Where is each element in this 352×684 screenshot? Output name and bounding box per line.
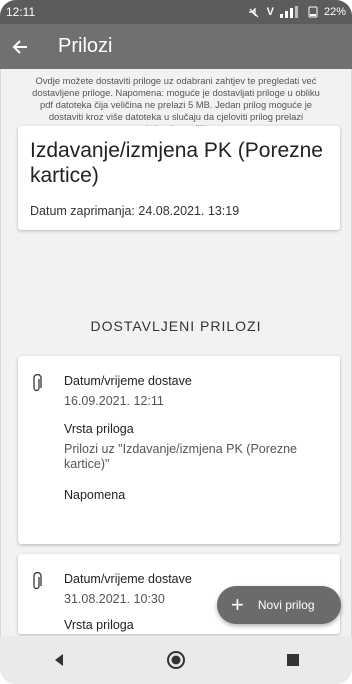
nav-recents-button[interactable] [273, 640, 313, 680]
nav-back-icon [54, 654, 63, 666]
status-time: 12:11 [6, 5, 36, 19]
status-bar: 12:11 V 22% [0, 0, 352, 24]
section-title: DOSTAVLJENI PRILOZI [90, 318, 262, 334]
request-date: Datum zaprimanja: 24.08.2021. 13:19 [30, 204, 240, 218]
battery-icon [308, 6, 318, 18]
request-title: Izdavanje/izmjena PK (Porezne kartice) [30, 139, 323, 187]
battery-percent: 22% [323, 6, 346, 18]
type-label: Vrsta priloga [64, 618, 134, 632]
date-value: 16.09.2021. 12:11 [64, 394, 164, 408]
attachment-card[interactable]: Datum/vrijeme dostave 16.09.2021. 12:11 … [18, 356, 340, 544]
back-button[interactable] [0, 24, 40, 69]
page-title: Prilozi [58, 35, 113, 57]
nav-recents-icon [287, 654, 300, 666]
back-arrow-icon [12, 39, 27, 54]
type-value: Prilozi uz "Izdavanje/izmjena PK (Porezn… [64, 442, 298, 471]
status-indicators: V 22% [247, 6, 346, 18]
app-bar: Prilozi [0, 24, 352, 69]
new-attachment-label: Novi prilog [257, 598, 315, 612]
note-label: Napomena [64, 488, 126, 502]
plus-icon: + [231, 592, 244, 617]
nav-back-button[interactable] [39, 640, 79, 680]
nav-home-button[interactable] [156, 640, 196, 680]
date-value: 31.08.2021. 10:30 [64, 592, 165, 606]
nav-home-icon [166, 651, 185, 669]
request-card: Izdavanje/izmjena PK (Porezne kartice) D… [18, 126, 340, 230]
signal-icon [279, 6, 298, 18]
volte-icon: V [266, 6, 274, 18]
new-attachment-button[interactable]: + Novi prilog [217, 586, 341, 624]
date-label: Datum/vrijeme dostave [64, 572, 192, 586]
date-label: Datum/vrijeme dostave [64, 374, 192, 388]
mute-icon [248, 7, 259, 18]
paperclip-icon [33, 374, 42, 392]
system-nav-bar [0, 636, 352, 684]
type-label: Vrsta priloga [64, 422, 134, 436]
paperclip-icon [33, 572, 42, 590]
phone-screen: 12:11 V 22% Prilozi Ovdje možete dostavi… [0, 0, 352, 684]
